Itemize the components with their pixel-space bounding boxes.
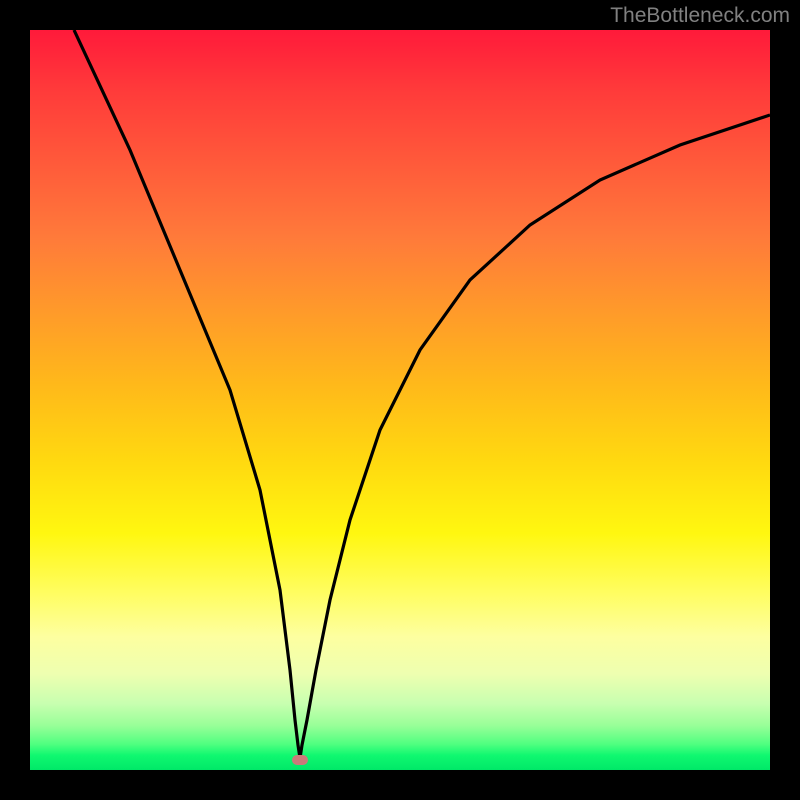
curve-svg <box>30 30 770 770</box>
optimal-marker <box>292 755 308 765</box>
watermark-text: TheBottleneck.com <box>610 4 790 28</box>
chart-area <box>30 30 770 770</box>
bottleneck-curve-path <box>74 30 770 758</box>
